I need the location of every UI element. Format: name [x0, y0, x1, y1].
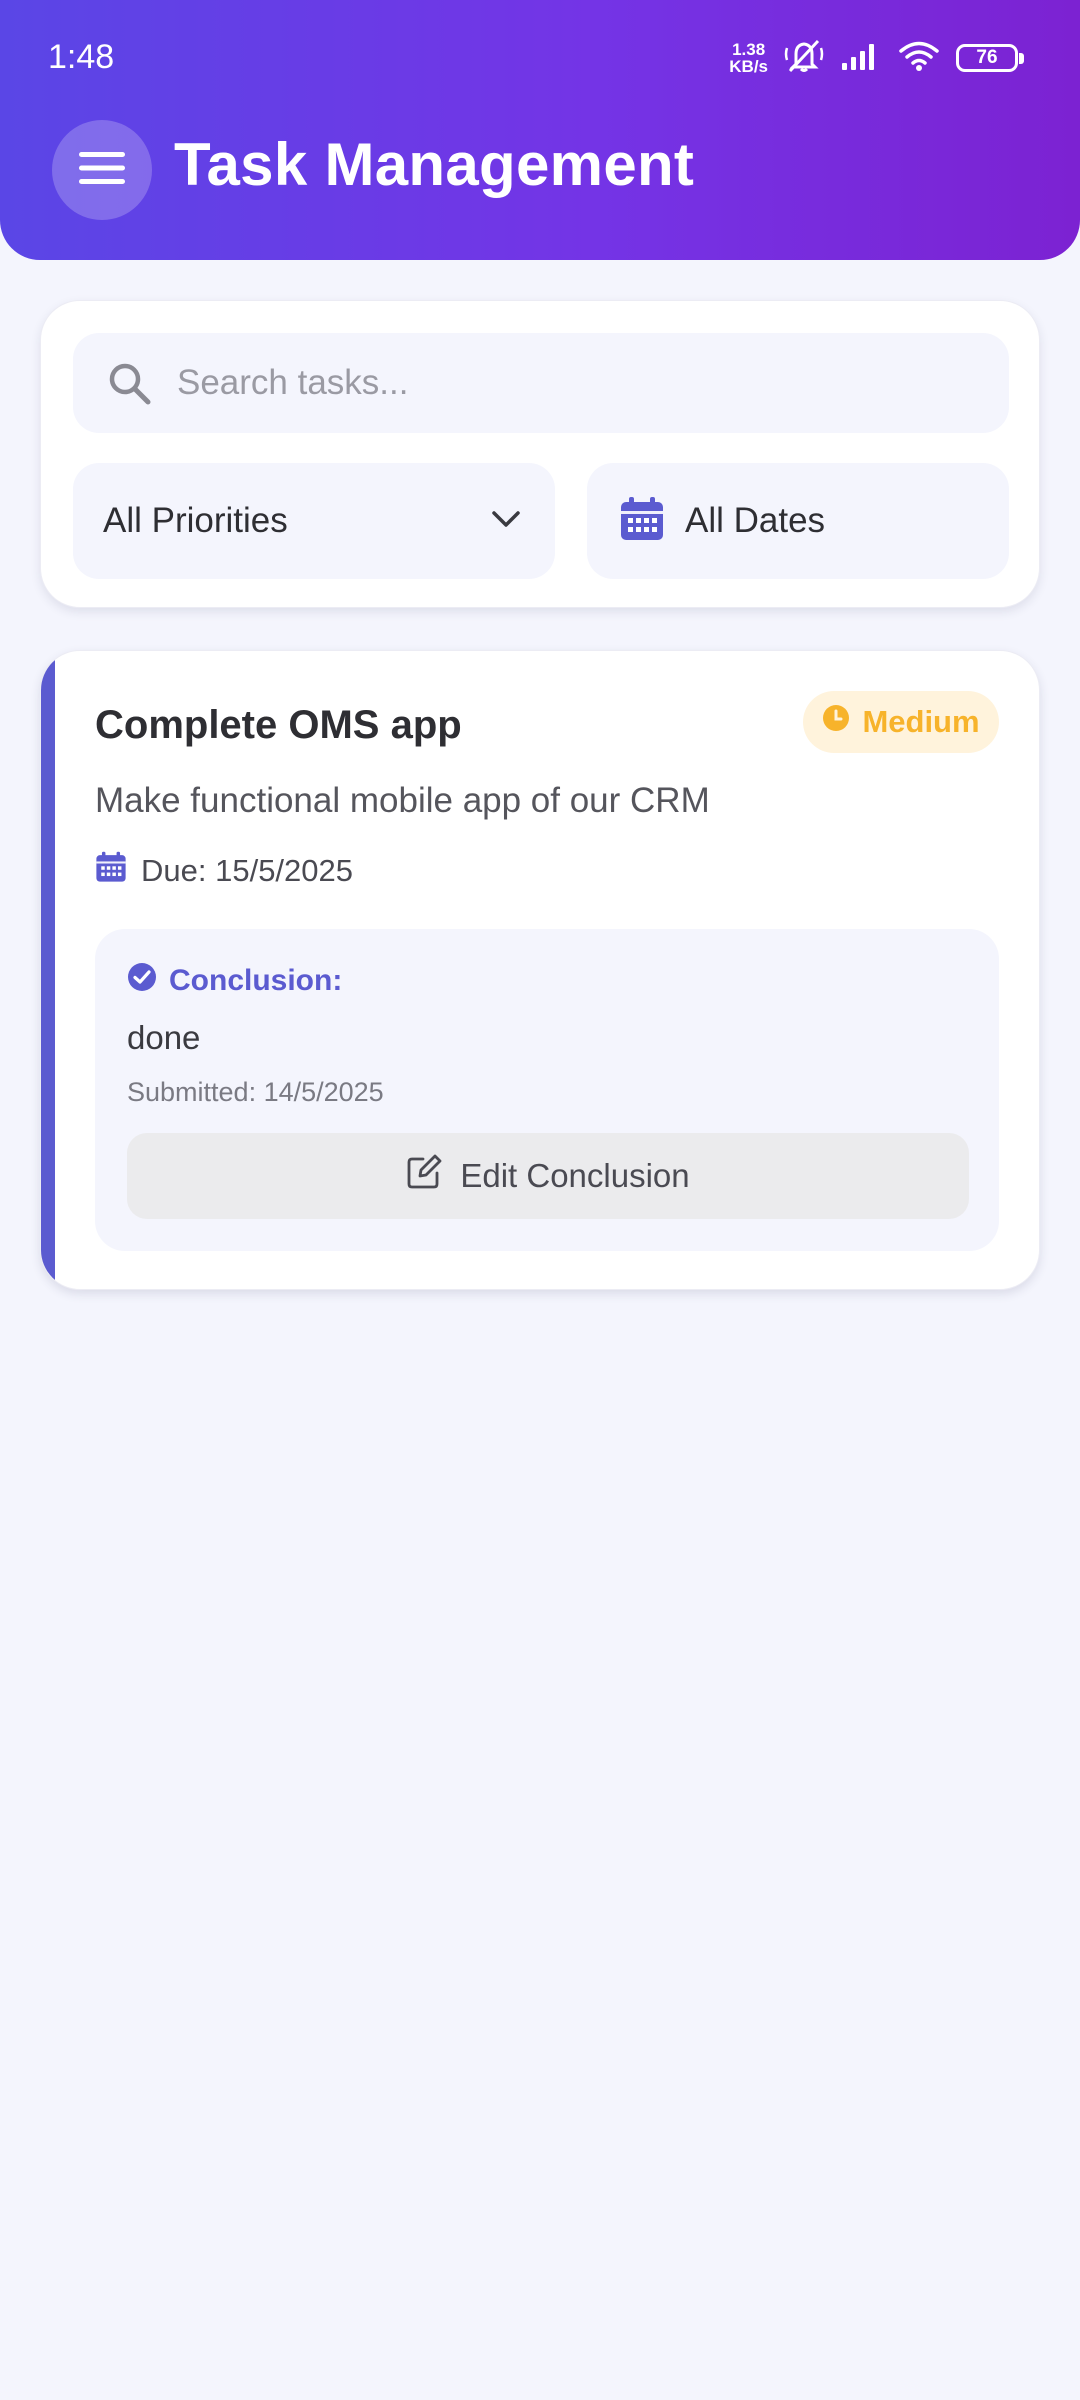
- task-priority-accent: [41, 651, 55, 1289]
- filter-card: All Priorities All Dates: [40, 300, 1040, 608]
- network-speed-value: 1.38: [732, 40, 766, 59]
- clock-icon: [822, 704, 850, 740]
- date-filter-select[interactable]: All Dates: [587, 463, 1009, 579]
- task-due-text: Due: 15/5/2025: [141, 853, 354, 888]
- task-card[interactable]: Complete OMS app Medium Make functional …: [40, 650, 1040, 1290]
- search-icon: [107, 361, 151, 405]
- conclusion-section: Conclusion: done Submitted: 14/5/2025 Ed…: [95, 929, 999, 1251]
- app-header: 1:48 1.38 KB/s 76 Task Management: [0, 0, 1080, 260]
- status-icons: 1.38 KB/s 76: [729, 36, 1024, 80]
- chevron-down-icon: [491, 509, 521, 534]
- edit-icon: [406, 1154, 442, 1198]
- menu-button[interactable]: [52, 120, 152, 220]
- priority-filter-value: All Priorities: [103, 501, 288, 540]
- priority-badge: Medium: [803, 691, 999, 753]
- calendar-icon: [95, 851, 127, 891]
- priority-badge-label: Medium: [862, 704, 980, 739]
- battery-icon: 76: [956, 44, 1024, 72]
- date-filter-value: All Dates: [685, 501, 826, 540]
- task-title: Complete OMS app: [95, 703, 462, 747]
- task-due-date: Due: 15/5/2025: [95, 851, 353, 891]
- edit-conclusion-label: Edit Conclusion: [460, 1157, 690, 1194]
- conclusion-label: Conclusion:: [169, 964, 343, 997]
- signal-icon: [840, 41, 882, 76]
- hamburger-menu-icon: [77, 149, 127, 192]
- status-time: 1:48: [48, 38, 115, 76]
- edit-conclusion-button[interactable]: Edit Conclusion: [127, 1133, 969, 1219]
- network-speed-unit: KB/s: [729, 57, 768, 76]
- priority-filter-select[interactable]: All Priorities: [73, 463, 555, 579]
- wifi-icon: [898, 40, 940, 77]
- submitted-date: Submitted: 14/5/2025: [127, 1077, 384, 1107]
- battery-level: 76: [976, 47, 998, 68]
- search-input[interactable]: [177, 353, 957, 413]
- network-speed: 1.38 KB/s: [729, 41, 768, 75]
- check-circle-icon: [127, 962, 157, 1000]
- page-title: Task Management: [174, 131, 695, 198]
- conclusion-text: done: [127, 1019, 201, 1056]
- conclusion-header: Conclusion:: [127, 963, 342, 999]
- search-box[interactable]: [73, 333, 1009, 433]
- status-bar: 1:48 1.38 KB/s 76: [0, 0, 1080, 116]
- calendar-icon: [619, 496, 665, 547]
- task-description: Make functional mobile app of our CRM: [95, 781, 710, 820]
- mute-icon: [784, 38, 824, 79]
